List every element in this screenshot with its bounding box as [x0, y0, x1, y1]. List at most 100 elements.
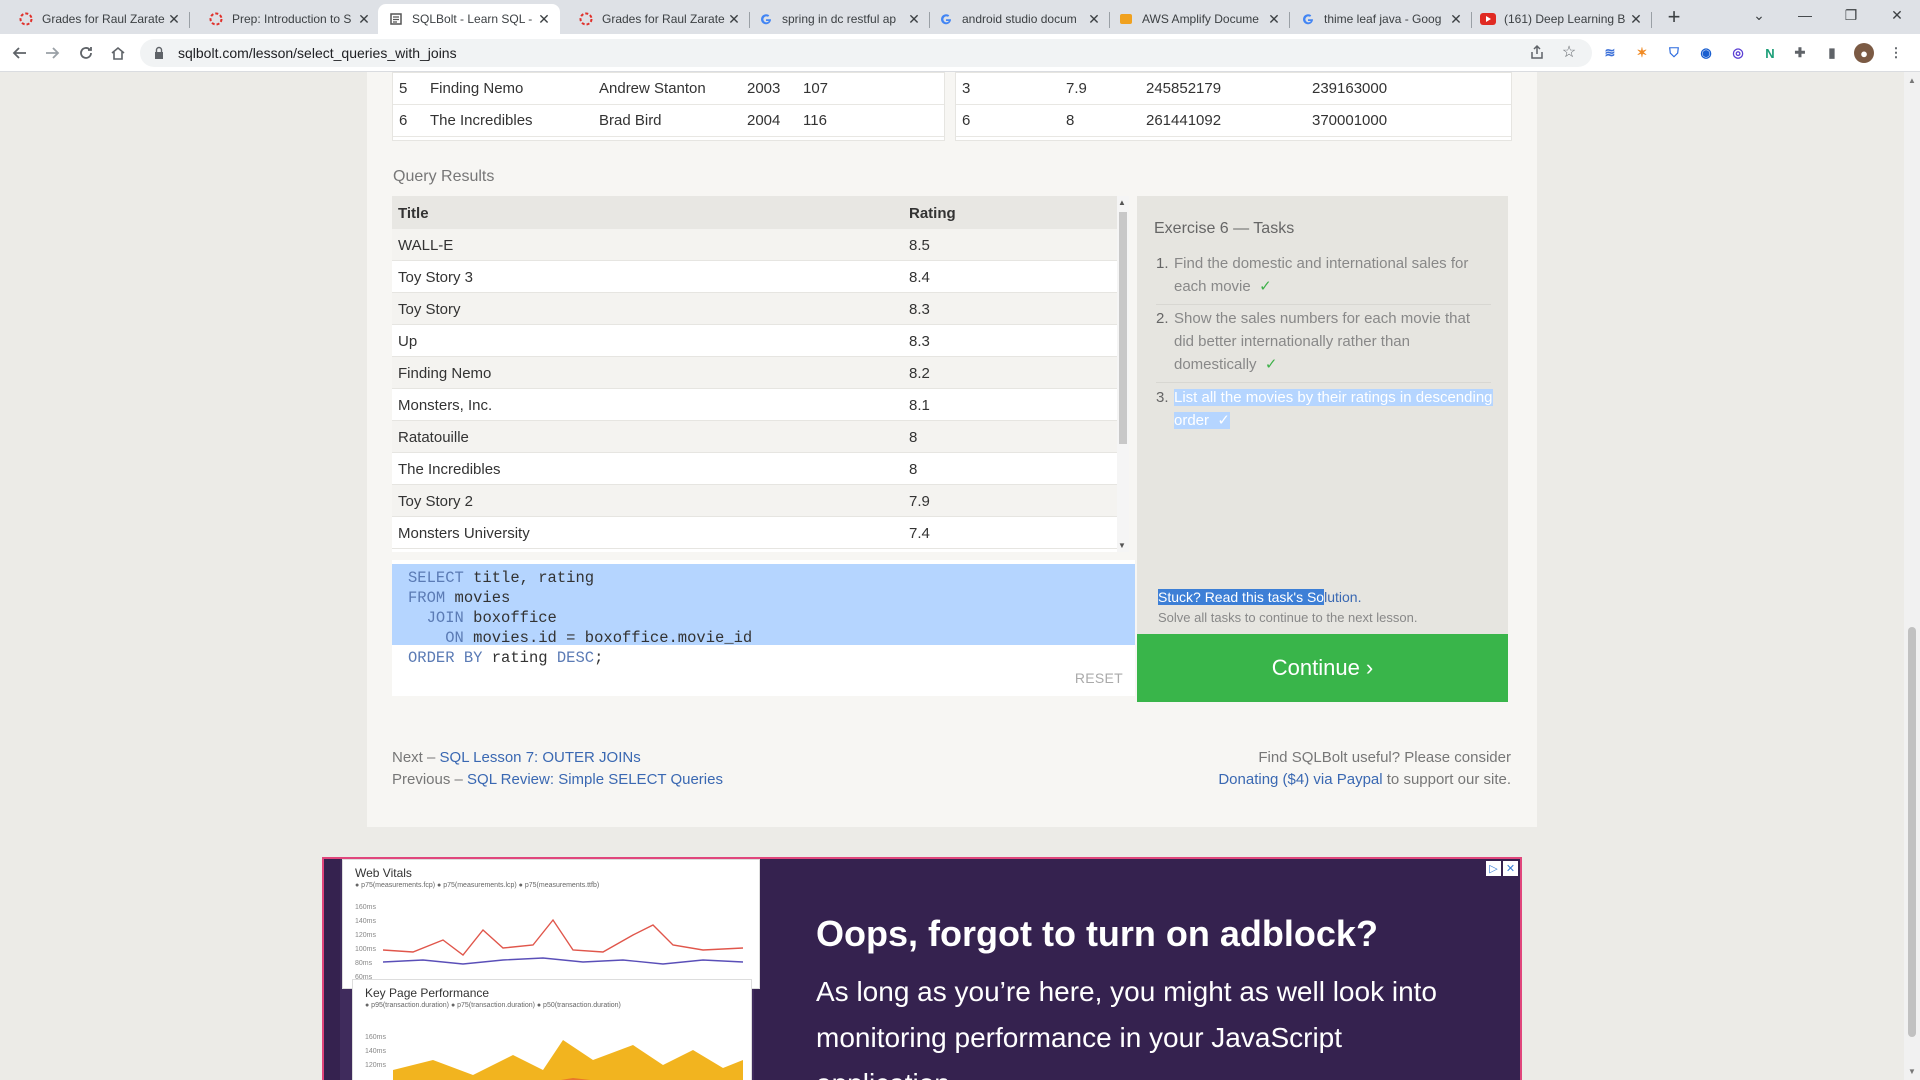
reload-icon[interactable]	[74, 41, 98, 65]
extension-spark-icon[interactable]: ✶	[1632, 43, 1652, 63]
title-cell: Finding Nemo	[398, 365, 492, 382]
continue-button[interactable]: Continue ›	[1137, 634, 1508, 702]
web-vitals-line-chart	[383, 918, 744, 965]
previous-lesson-link[interactable]: SQL Review: Simple SELECT Queries	[467, 771, 723, 788]
extension-circle-icon[interactable]: ◉	[1696, 43, 1716, 63]
close-window-button[interactable]: ✕	[1874, 0, 1920, 30]
tab-separator	[1651, 12, 1652, 28]
table-row: 6 The Incredibles Brad Bird 2004 116	[393, 105, 944, 137]
youtube-icon	[1480, 11, 1496, 27]
next-lesson-link[interactable]: SQL Lesson 7: OUTER JOINs	[440, 749, 641, 766]
column-header: Title	[398, 205, 429, 222]
donate-link[interactable]: Donating ($4) via Paypal	[1218, 771, 1382, 788]
sql-code[interactable]: SELECT title, rating FROM movies JOIN box…	[408, 568, 752, 668]
tab-title: android studio docum	[962, 12, 1077, 26]
extension-ring-icon[interactable]: ◎	[1728, 43, 1748, 63]
scroll-thumb[interactable]	[1119, 212, 1127, 444]
scroll-down-arrow[interactable]: ▼	[1118, 541, 1126, 550]
solution-link-selected[interactable]: Stuck? Read this task's So	[1158, 589, 1325, 605]
extension-stack-icon[interactable]: ≋	[1600, 43, 1620, 63]
close-tab-icon[interactable]: ✕	[166, 11, 182, 27]
close-tab-icon[interactable]: ✕	[1266, 11, 1282, 27]
cell: 5	[399, 80, 408, 97]
close-tab-icon[interactable]: ✕	[1628, 11, 1644, 27]
close-tab-icon[interactable]: ✕	[1448, 11, 1464, 27]
close-tab-icon[interactable]: ✕	[536, 11, 552, 27]
share-icon[interactable]	[1526, 41, 1548, 63]
solution-link-rest[interactable]: lution.	[1324, 589, 1361, 605]
browser-tab[interactable]: AWS Amplify Docume ✕	[1108, 4, 1290, 34]
browser-toolbar: sqlbolt.com/lesson/select_queries_with_j…	[0, 34, 1920, 72]
puzzle-icon[interactable]: ✚	[1790, 43, 1810, 63]
page-scroll-up[interactable]: ▲	[1908, 76, 1916, 85]
y-tick-label: 80ms	[355, 960, 373, 967]
rating-cell: 8.3	[909, 301, 930, 318]
page-scrollbar[interactable]: ▲ ▼	[1904, 72, 1920, 1080]
code-line[interactable]: SELECT title, rating	[408, 568, 752, 588]
home-icon[interactable]	[106, 41, 130, 65]
code-line[interactable]: JOIN boxoffice	[408, 608, 752, 628]
extension-shield-icon[interactable]: ⛉	[1664, 43, 1684, 63]
side-panel-icon[interactable]: ▮	[1822, 43, 1842, 63]
lesson-card: 5 Finding Nemo Andrew Stanton 2003 107 6…	[367, 72, 1537, 827]
results-scrollbar[interactable]: ▲ ▼	[1117, 196, 1129, 552]
forward-icon[interactable]	[40, 41, 64, 65]
new-tab-button[interactable]: +	[1660, 4, 1688, 29]
sql-editor[interactable]: SELECT title, rating FROM movies JOIN box…	[392, 560, 1135, 696]
advertisement-banner[interactable]: Web Vitals ● p75(measurements.fcp) ● p75…	[322, 857, 1522, 1080]
extension-n-icon[interactable]: N	[1760, 43, 1780, 63]
ad-info-icon[interactable]: ▷	[1486, 861, 1501, 876]
browser-tab[interactable]: (161) Deep Learning B ✕	[1470, 4, 1652, 34]
code-line[interactable]: ON movies.id = boxoffice.movie_id	[408, 628, 752, 648]
ad-close-icon[interactable]: ✕	[1503, 861, 1518, 876]
reset-button[interactable]: RESET	[1075, 670, 1123, 686]
table-row: Toy Story 3 8.4	[392, 261, 1117, 293]
google-icon	[758, 11, 774, 27]
table-row: 5 Finding Nemo Andrew Stanton 2003 107	[393, 73, 944, 105]
support-line: Find SQLBolt useful? Please consider	[1258, 749, 1511, 766]
browser-tab[interactable]: thime leaf java - Goog ✕	[1290, 4, 1472, 34]
rating-cell: 7.9	[909, 493, 930, 510]
panel-title: Key Page Performance	[365, 986, 490, 1000]
close-tab-icon[interactable]: ✕	[726, 11, 742, 27]
rating-cell: 8	[909, 429, 918, 446]
browser-tab[interactable]: Grades for Raul Zarate ✕	[8, 4, 190, 34]
browser-tab[interactable]: Prep: Introduction to S ✕	[198, 4, 380, 34]
avatar[interactable]: ●	[1854, 43, 1874, 63]
page-scroll-thumb[interactable]	[1908, 627, 1916, 1037]
solve-hint: Solve all tasks to continue to the next …	[1158, 610, 1418, 625]
minimize-button[interactable]: —	[1782, 0, 1828, 30]
close-tab-icon[interactable]: ✕	[906, 11, 922, 27]
browser-tab[interactable]: Grades for Raul Zarate ✕	[568, 4, 750, 34]
address-bar[interactable]: sqlbolt.com/lesson/select_queries_with_j…	[140, 39, 1592, 67]
task-text: Show the sales numbers for each movie th…	[1174, 307, 1494, 376]
code-line[interactable]: FROM movies	[408, 588, 752, 608]
column-header: Rating	[909, 205, 956, 222]
title-cell: Toy Story 3	[398, 269, 474, 286]
scroll-up-arrow[interactable]: ▲	[1118, 198, 1126, 207]
rating-cell: 8.4	[909, 269, 930, 286]
browser-tab[interactable]: spring in dc restful ap ✕	[748, 4, 930, 34]
task-label: Show the sales numbers for each movie th…	[1174, 310, 1470, 373]
bookmark-star-icon[interactable]: ☆	[1558, 41, 1580, 63]
menu-kebab-icon[interactable]: ⋮	[1886, 43, 1906, 63]
previous-prefix: Previous –	[392, 771, 468, 788]
table-row: Ratatouille 8	[392, 421, 1117, 453]
page-scroll-down[interactable]: ▼	[1908, 1067, 1916, 1076]
back-icon[interactable]	[8, 41, 32, 65]
cell: 2004	[747, 112, 781, 129]
divider	[1156, 382, 1491, 383]
ad-choices[interactable]: ▷ ✕	[1486, 861, 1518, 876]
tab-search-icon[interactable]: ⌄	[1736, 0, 1782, 30]
close-tab-icon[interactable]: ✕	[356, 11, 372, 27]
query-results-table[interactable]: Title Rating WALL-E 8.5 Toy Story 3 8.4 Toy …	[392, 196, 1120, 552]
browser-tab[interactable]: SQLBolt - Learn SQL - ✕	[378, 4, 560, 34]
close-tab-icon[interactable]: ✕	[1086, 11, 1102, 27]
maximize-button[interactable]: ❐	[1828, 0, 1874, 30]
solution-link[interactable]: Stuck? Read this task's Solution.	[1158, 589, 1361, 605]
key-page-area-chart	[393, 1040, 743, 1080]
code-line[interactable]: ORDER BY rating DESC;	[408, 648, 752, 668]
table-row: Finding Nemo 8.2	[392, 357, 1117, 389]
table-row: Up 8.3	[392, 325, 1117, 357]
browser-tab[interactable]: android studio docum ✕	[928, 4, 1110, 34]
